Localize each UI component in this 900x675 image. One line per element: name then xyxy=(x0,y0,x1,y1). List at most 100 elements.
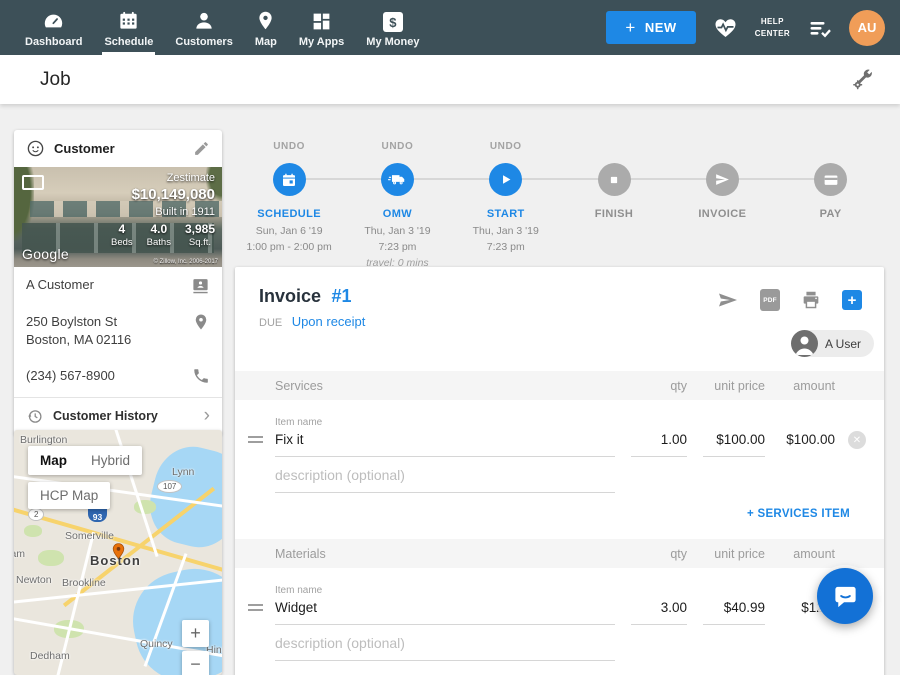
history-clock-icon xyxy=(26,408,43,425)
step-schedule: UNDO SCHEDULE Sun, Jan 6 '19 1:00 pm - 2… xyxy=(235,137,343,271)
built-year: Built in 1911 xyxy=(111,206,215,218)
chat-launcher-button[interactable] xyxy=(817,568,873,624)
step-pay: PAY xyxy=(776,137,884,271)
due-terms-link[interactable]: Upon receipt xyxy=(292,314,366,329)
undo-start-button[interactable]: UNDO xyxy=(452,141,560,154)
customer-history-link[interactable]: Customer History › xyxy=(14,398,222,435)
map-label-brookline: Brookline xyxy=(62,577,106,589)
job-timeline: UNDO SCHEDULE Sun, Jan 6 '19 1:00 pm - 2… xyxy=(235,137,885,262)
map-zoom-controls: + − xyxy=(182,620,209,675)
zestimate-value: $10,149,080 xyxy=(111,186,215,203)
map-type-hybrid-button[interactable]: Hybrid xyxy=(79,453,142,468)
invoice-title: Invoice xyxy=(259,286,321,306)
checklist-icon[interactable] xyxy=(807,16,832,40)
nav-item-schedule[interactable]: Schedule xyxy=(93,0,164,55)
location-pin-icon[interactable] xyxy=(192,313,210,331)
qty-column-header: qty xyxy=(631,547,687,561)
customer-face-icon xyxy=(26,139,45,158)
contact-card-icon[interactable] xyxy=(191,276,210,295)
map-type-toggle: Map Hybrid xyxy=(28,446,142,475)
job-location-pin-icon[interactable] xyxy=(110,540,127,567)
map-park xyxy=(24,525,42,537)
assigned-user-chip[interactable]: A User xyxy=(791,330,874,357)
street-view-icon[interactable] xyxy=(22,175,44,190)
service-qty-input[interactable] xyxy=(631,430,687,457)
nav-item-map[interactable]: Map xyxy=(244,0,288,55)
assigned-user-name: A User xyxy=(825,337,861,351)
remove-item-icon[interactable]: ✕ xyxy=(848,431,866,449)
invoice-number[interactable]: #1 xyxy=(331,286,351,306)
start-step-button[interactable] xyxy=(489,163,522,196)
service-description-input[interactable] xyxy=(275,465,615,493)
credit-card-icon xyxy=(822,171,840,189)
invoice-step-button[interactable] xyxy=(706,163,739,196)
undo-omw-button[interactable]: UNDO xyxy=(343,141,451,154)
qty-column-header: qty xyxy=(631,379,687,393)
help-center-link[interactable]: HELP CENTER xyxy=(755,16,790,39)
omw-step-button[interactable] xyxy=(381,163,414,196)
add-services-item-button[interactable]: + SERVICES ITEM xyxy=(235,508,850,520)
services-item-row: Item name $100.00 ✕ + SERVICES ITEM xyxy=(235,417,884,520)
zoom-in-button[interactable]: + xyxy=(182,620,209,647)
help-center-line1: HELP xyxy=(755,16,790,28)
user-avatar[interactable]: AU xyxy=(849,10,885,46)
stop-icon xyxy=(606,172,622,188)
avatar-initials: AU xyxy=(858,20,877,35)
material-qty-input[interactable] xyxy=(631,598,687,625)
materials-item-row: Item name $122. + MATERIALS ITEM xyxy=(235,585,884,675)
map-widget[interactable]: Burlington Lynn Somerville Waltham Bosto… xyxy=(14,430,222,675)
item-name-label: Item name xyxy=(275,417,884,428)
customer-address-row: 250 Boylston St Boston, MA 02116 xyxy=(14,304,222,358)
zestimate-overlay: Zestimate $10,149,080 Built in 1911 4Bed… xyxy=(111,172,215,248)
send-invoice-icon[interactable] xyxy=(716,288,740,312)
hcp-map-button[interactable]: HCP Map xyxy=(28,482,110,509)
print-icon[interactable] xyxy=(800,289,822,311)
nav-label: Schedule xyxy=(104,36,153,48)
customer-history-label: Customer History xyxy=(53,409,194,423)
zestimate-label: Zestimate xyxy=(111,172,215,184)
plus-icon: + xyxy=(625,19,635,36)
nav-item-dashboard[interactable]: Dashboard xyxy=(14,0,93,55)
add-invoice-button[interactable]: + xyxy=(842,290,862,310)
zoom-out-button[interactable]: − xyxy=(182,651,209,675)
beds-label: Beds xyxy=(111,237,133,248)
service-unit-price-input[interactable] xyxy=(703,430,765,457)
new-button[interactable]: + NEW xyxy=(606,11,695,44)
invoice-card: Invoice #1 DUE Upon receipt PDF + xyxy=(235,267,884,675)
pay-step-button[interactable] xyxy=(814,163,847,196)
undo-schedule-button[interactable]: UNDO xyxy=(235,141,343,154)
schedule-step-button[interactable] xyxy=(273,163,306,196)
amount-column-header: amount xyxy=(779,379,835,393)
zillow-copyright: © Zillow, Inc. 2006-2017 xyxy=(154,259,218,265)
step-date-line2: 7:23 pm xyxy=(487,241,525,253)
hcp-map-label: HCP Map xyxy=(28,488,110,503)
finish-step-button[interactable] xyxy=(598,163,631,196)
map-type-map-button[interactable]: Map xyxy=(28,453,79,468)
materials-title: Materials xyxy=(275,547,615,561)
map-label-burlington: Burlington xyxy=(20,434,67,446)
material-unit-price-input[interactable] xyxy=(703,598,765,625)
customer-phone-row: (234) 567-8900 xyxy=(14,358,222,394)
service-item-name-input[interactable] xyxy=(275,430,615,457)
step-finish: FINISH xyxy=(560,137,668,271)
material-item-name-input[interactable] xyxy=(275,598,615,625)
pdf-icon[interactable]: PDF xyxy=(760,289,780,311)
nav-item-my-apps[interactable]: My Apps xyxy=(288,0,355,55)
nav-item-my-money[interactable]: $ My Money xyxy=(355,0,430,55)
truck-icon xyxy=(388,170,407,189)
property-stats: 4Beds 4.0Baths 3,985Sq.ft. xyxy=(111,222,215,248)
customer-card-title: Customer xyxy=(54,141,184,156)
nav-item-customers[interactable]: Customers xyxy=(164,0,243,55)
new-button-label: NEW xyxy=(645,20,677,35)
edit-pencil-icon[interactable] xyxy=(193,140,210,157)
material-description-input[interactable] xyxy=(275,633,615,661)
job-settings-wrench-gear-icon[interactable] xyxy=(851,68,874,91)
health-heart-icon[interactable] xyxy=(713,16,738,40)
drag-handle[interactable] xyxy=(235,436,275,457)
property-street-photo[interactable]: Zestimate $10,149,080 Built in 1911 4Bed… xyxy=(14,167,222,267)
customers-icon xyxy=(192,8,216,32)
drag-handle[interactable] xyxy=(235,604,275,625)
baths-value: 4.0 xyxy=(147,222,171,236)
phone-icon[interactable] xyxy=(192,367,210,385)
services-title: Services xyxy=(275,379,615,393)
